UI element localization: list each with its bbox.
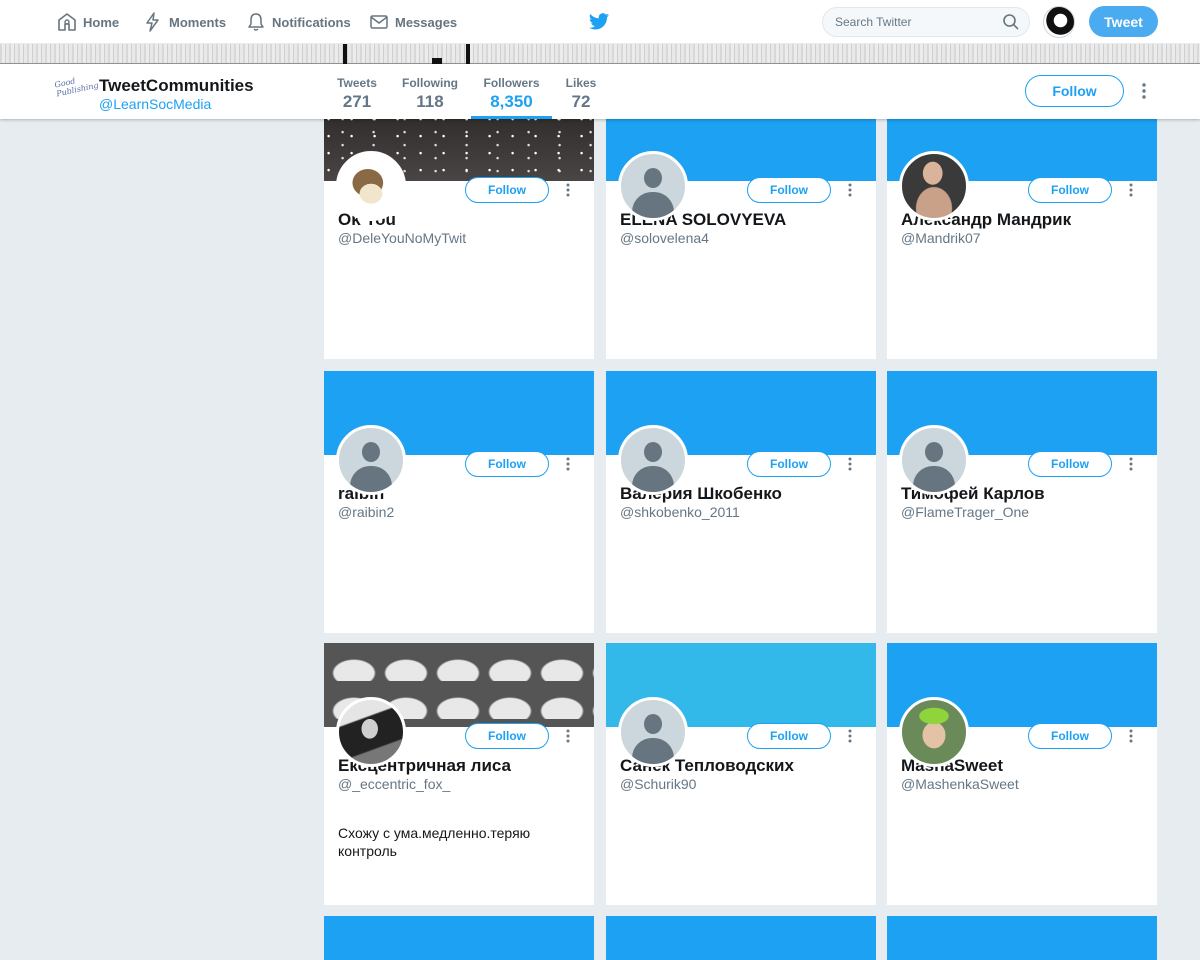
search-icon[interactable] bbox=[1002, 13, 1020, 31]
card-follow-button[interactable]: Follow bbox=[1028, 723, 1112, 749]
tweet-button[interactable]: Tweet bbox=[1089, 6, 1158, 37]
more-options-icon[interactable] bbox=[1138, 81, 1150, 101]
card-follow-button[interactable]: Follow bbox=[465, 723, 549, 749]
stat-followers[interactable]: Followers 8,350 bbox=[471, 64, 552, 119]
stat-likes[interactable]: Likes 72 bbox=[562, 64, 600, 119]
card-avatar[interactable] bbox=[899, 425, 969, 495]
profile-name[interactable]: TweetCommunities bbox=[99, 76, 254, 96]
card-follow-button[interactable]: Follow bbox=[465, 451, 549, 477]
follower-card[interactable]: Follow Тимофей Карлов @FlameTrager_One bbox=[887, 371, 1157, 633]
card-follow-button[interactable]: Follow bbox=[1028, 451, 1112, 477]
stat-tweets-value: 271 bbox=[342, 92, 372, 111]
card-more-icon[interactable] bbox=[563, 455, 573, 473]
card-handle[interactable]: @solovelena4 bbox=[620, 230, 709, 246]
card-handle[interactable]: @Schurik90 bbox=[620, 776, 696, 792]
follower-card[interactable]: Followraibin@raibin2 bbox=[324, 371, 594, 633]
card-avatar[interactable] bbox=[899, 697, 969, 767]
card-handle[interactable]: @shkobenko_2011 bbox=[620, 504, 740, 520]
profile-logo-text: Good Publishing bbox=[53, 76, 100, 99]
follower-card[interactable] bbox=[887, 916, 1157, 960]
profile-logo[interactable]: Good Publishing bbox=[54, 74, 100, 107]
follower-card[interactable]: Follow Санёк Тепловодских @Schurik90 bbox=[606, 643, 876, 905]
home-icon bbox=[58, 13, 76, 31]
nav-home-label: Home bbox=[83, 14, 120, 30]
card-banner[interactable] bbox=[324, 916, 594, 960]
card-follow-button[interactable]: Follow bbox=[747, 723, 831, 749]
card-more-icon[interactable] bbox=[1126, 727, 1136, 745]
card-banner[interactable] bbox=[606, 916, 876, 960]
top-navigation: Home Moments Notifications Messages Twee… bbox=[0, 0, 1200, 44]
card-follow-button[interactable]: Follow bbox=[747, 177, 831, 203]
card-avatar[interactable] bbox=[336, 697, 406, 767]
card-handle[interactable]: @raibin2 bbox=[338, 504, 394, 520]
card-more-icon[interactable] bbox=[845, 727, 855, 745]
envelope-icon bbox=[370, 15, 388, 29]
card-handle[interactable]: @FlameTrager_One bbox=[901, 504, 1029, 520]
card-avatar[interactable] bbox=[618, 151, 688, 221]
stat-tweets-label: Tweets bbox=[337, 76, 377, 90]
card-more-icon[interactable] bbox=[563, 181, 573, 199]
card-more-icon[interactable] bbox=[845, 455, 855, 473]
card-more-icon[interactable] bbox=[1126, 181, 1136, 199]
profile-banner bbox=[0, 44, 1200, 64]
follower-card[interactable]: Follow ELENA SOLOVYEVA @solovelena4 bbox=[606, 97, 876, 359]
stat-likes-value: 72 bbox=[571, 92, 591, 111]
user-avatar[interactable] bbox=[1043, 6, 1075, 38]
card-avatar[interactable] bbox=[618, 697, 688, 767]
profile-handle[interactable]: @LearnSocMedia bbox=[99, 96, 211, 112]
follower-card[interactable] bbox=[324, 916, 594, 960]
stat-following[interactable]: Following 118 bbox=[402, 64, 458, 119]
stat-following-value: 118 bbox=[416, 92, 444, 111]
follower-card[interactable]: Follow Валерия Шкобенко @shkobenko_2011 bbox=[606, 371, 876, 633]
follower-card[interactable]: Follow Ексцентричная лиса @_eccentric_fox_… bbox=[324, 643, 594, 905]
stat-tweets[interactable]: Tweets 271 bbox=[337, 64, 377, 119]
card-more-icon[interactable] bbox=[845, 181, 855, 199]
card-banner[interactable] bbox=[887, 916, 1157, 960]
nav-notifications-label: Notifications bbox=[272, 14, 351, 30]
card-handle[interactable]: @Mandrik07 bbox=[901, 230, 981, 246]
stat-followers-label: Followers bbox=[483, 76, 540, 90]
card-avatar[interactable] bbox=[336, 425, 406, 495]
card-handle[interactable]: @MashenkaSweet bbox=[901, 776, 1019, 792]
follower-card[interactable]: Follow Александр Мандрик @Mandrik07 bbox=[887, 97, 1157, 359]
follower-card[interactable]: FollowOk You@DeleYouNoMyTwit bbox=[324, 97, 594, 359]
nav-moments-label: Moments bbox=[169, 14, 227, 30]
nav-notifications[interactable]: Notifications bbox=[246, 0, 351, 44]
profile-follow-button[interactable]: Follow bbox=[1025, 75, 1124, 107]
card-handle[interactable]: @DeleYouNoMyTwit bbox=[338, 230, 466, 246]
follower-card[interactable]: Follow MashaSweet @MashenkaSweet bbox=[887, 643, 1157, 905]
lightning-icon bbox=[146, 12, 159, 32]
follower-card[interactable] bbox=[606, 916, 876, 960]
nav-messages-label: Messages bbox=[395, 14, 458, 30]
nav-messages[interactable]: Messages bbox=[369, 0, 457, 44]
card-follow-button[interactable]: Follow bbox=[1028, 177, 1112, 203]
card-avatar[interactable] bbox=[899, 151, 969, 221]
card-follow-button[interactable]: Follow bbox=[747, 451, 831, 477]
stat-followers-value: 8,350 bbox=[490, 92, 533, 111]
card-follow-button[interactable]: Follow bbox=[465, 177, 549, 203]
card-bio: Схожу с ума.медленно.теряю контроль bbox=[338, 825, 531, 859]
card-handle[interactable]: @_eccentric_fox_ bbox=[338, 776, 450, 792]
card-more-icon[interactable] bbox=[563, 727, 573, 745]
stat-following-label: Following bbox=[402, 76, 458, 90]
nav-home[interactable]: Home bbox=[57, 0, 119, 44]
twitter-bird-icon[interactable] bbox=[588, 11, 610, 33]
profile-navigation: Good Publishing TweetCommunities @LearnS… bbox=[0, 64, 1200, 119]
card-avatar[interactable] bbox=[618, 425, 688, 495]
search-input[interactable] bbox=[822, 7, 1030, 37]
card-avatar[interactable] bbox=[336, 151, 406, 221]
card-more-icon[interactable] bbox=[1126, 455, 1136, 473]
bell-icon bbox=[248, 13, 264, 31]
stat-likes-label: Likes bbox=[565, 76, 597, 90]
nav-moments[interactable]: Moments bbox=[143, 0, 226, 44]
